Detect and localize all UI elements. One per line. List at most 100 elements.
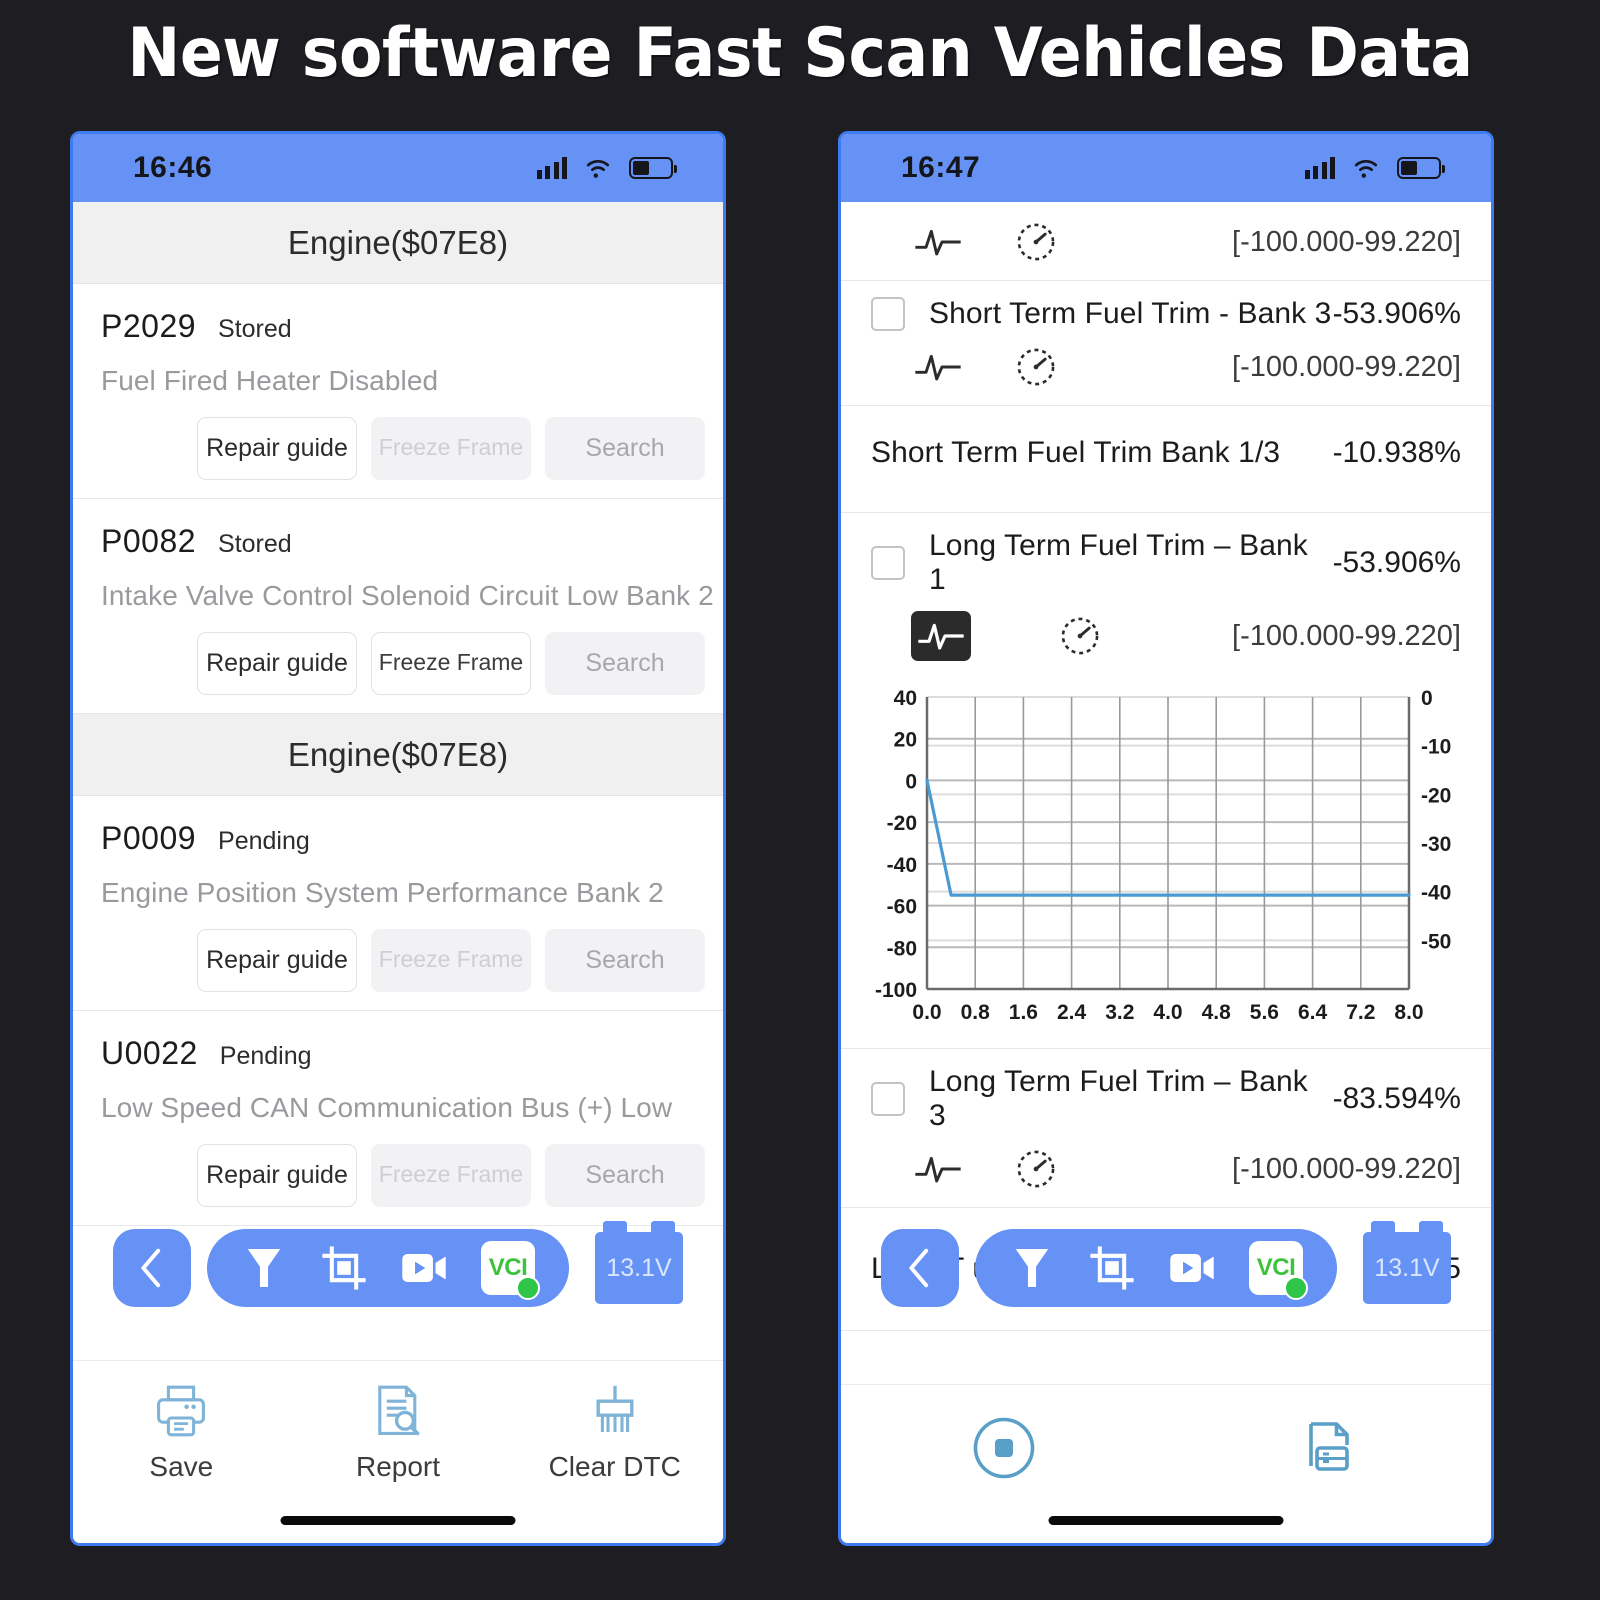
gauge-icon[interactable] bbox=[1053, 614, 1107, 658]
svg-text:5.6: 5.6 bbox=[1250, 1001, 1279, 1024]
parameter-name: Short Term Fuel Trim - Bank 3 bbox=[929, 297, 1332, 330]
dtc-description: Fuel Fired Heater Disabled bbox=[101, 365, 439, 396]
dtc-row[interactable]: P0009 Pending Engine Position System Per… bbox=[73, 796, 723, 1011]
waveform-icon[interactable] bbox=[911, 1147, 965, 1191]
search-button[interactable]: Search bbox=[545, 632, 705, 695]
search-button[interactable]: Search bbox=[545, 1144, 705, 1207]
dtc-status: Stored bbox=[218, 530, 292, 558]
report-button[interactable]: Report bbox=[290, 1383, 507, 1483]
dtc-row[interactable]: P0082 Stored Intake Valve Control Soleno… bbox=[73, 499, 723, 714]
wifi-icon bbox=[586, 160, 610, 178]
vci-connection-icon[interactable]: VCI bbox=[481, 1241, 540, 1300]
parameter-value: -53.906% bbox=[1332, 297, 1461, 330]
dtc-status: Stored bbox=[218, 315, 292, 343]
dtc-code: P2029 bbox=[101, 308, 197, 344]
vci-connection-icon[interactable]: VCI bbox=[1249, 1241, 1308, 1300]
row-checkbox[interactable] bbox=[871, 297, 905, 331]
stop-record-button[interactable] bbox=[841, 1415, 1166, 1481]
cellular-signal-icon bbox=[536, 157, 567, 179]
parameter-value: -53.906% bbox=[1332, 546, 1461, 579]
save-report-button[interactable] bbox=[1166, 1415, 1491, 1481]
svg-text:-10: -10 bbox=[1421, 736, 1451, 759]
parameter-value: -10.938% bbox=[1332, 436, 1461, 469]
repair-guide-button[interactable]: Repair guide bbox=[197, 417, 357, 480]
gauge-icon[interactable] bbox=[1009, 220, 1063, 264]
back-button[interactable] bbox=[881, 1229, 959, 1307]
live-data-row-partial[interactable]: [-100.000-99.220] bbox=[841, 202, 1491, 281]
svg-text:-80: -80 bbox=[887, 937, 917, 960]
save-report-icon bbox=[1308, 1422, 1349, 1471]
back-button[interactable] bbox=[113, 1229, 191, 1307]
flashlight-icon[interactable] bbox=[241, 1245, 287, 1291]
voltage-indicator[interactable]: 13.1V bbox=[595, 1221, 683, 1304]
freeze-frame-button: Freeze Frame bbox=[371, 417, 531, 480]
live-data-row[interactable]: Short Term Fuel Trim Bank 1/3 -10.938% bbox=[841, 406, 1491, 513]
brush-clear-icon bbox=[596, 1385, 634, 1432]
repair-guide-button[interactable]: Repair guide bbox=[197, 632, 357, 695]
svg-text:20: 20 bbox=[894, 729, 917, 752]
stop-record-icon bbox=[973, 1417, 1034, 1479]
bottom-nav-left: Save Report Clear DTC bbox=[73, 1360, 723, 1483]
row-checkbox[interactable] bbox=[871, 546, 905, 580]
status-time: 16:46 bbox=[133, 151, 213, 184]
live-data-screen: [-100.000-99.220] Short Term Fuel Trim -… bbox=[841, 202, 1491, 1543]
svg-text:8.0: 8.0 bbox=[1394, 1001, 1423, 1024]
dtc-list-screen: Engine($07E8) P2029 Stored Fuel Fired He… bbox=[73, 202, 723, 1543]
repair-guide-button[interactable]: Repair guide bbox=[197, 1144, 357, 1207]
value-range: [-100.000-99.220] bbox=[1232, 350, 1461, 383]
clear-dtc-label: Clear DTC bbox=[548, 1451, 681, 1482]
dtc-row[interactable]: U0022 Pending Low Speed CAN Communicatio… bbox=[73, 1011, 723, 1226]
svg-text:40: 40 bbox=[894, 687, 917, 710]
screenshot-crop-icon[interactable] bbox=[1089, 1245, 1135, 1291]
svg-text:-40: -40 bbox=[887, 854, 917, 877]
row-checkbox[interactable] bbox=[871, 1082, 905, 1116]
gauge-icon[interactable] bbox=[1009, 1147, 1063, 1191]
svg-text:6.4: 6.4 bbox=[1298, 1001, 1328, 1024]
save-label: Save bbox=[149, 1451, 214, 1482]
parameter-name: Long Term Fuel Trim – Bank 1 bbox=[929, 529, 1308, 596]
flashlight-icon[interactable] bbox=[1009, 1245, 1055, 1291]
repair-guide-button[interactable]: Repair guide bbox=[197, 929, 357, 992]
svg-text:4.8: 4.8 bbox=[1202, 1001, 1232, 1024]
video-record-icon[interactable] bbox=[1169, 1245, 1215, 1291]
waveform-icon[interactable] bbox=[911, 345, 965, 389]
voltage-indicator[interactable]: 13.1V bbox=[1363, 1221, 1451, 1304]
search-button[interactable]: Search bbox=[545, 929, 705, 992]
save-button[interactable]: Save bbox=[73, 1383, 290, 1483]
live-data-row[interactable]: Long Term Fuel Trim – Bank 1 -53.906% [-… bbox=[841, 513, 1491, 667]
search-button[interactable]: Search bbox=[545, 417, 705, 480]
voltage-value: 13.1V bbox=[606, 1253, 672, 1282]
home-indicator bbox=[280, 1516, 516, 1525]
chart-canvas: 40 20 0 -20 -40 -60 -80 -100 0 -10 -20 -30 -40 -50 0.0… bbox=[875, 687, 1451, 1024]
status-bar-left: 16:46 bbox=[73, 134, 723, 202]
freeze-frame-button[interactable]: Freeze Frame bbox=[371, 632, 531, 695]
svg-text:0: 0 bbox=[905, 770, 917, 793]
svg-text:-50: -50 bbox=[1421, 930, 1451, 953]
svg-text:2.4: 2.4 bbox=[1057, 1001, 1087, 1024]
battery-icon bbox=[1397, 157, 1445, 179]
video-record-icon[interactable] bbox=[401, 1245, 447, 1291]
waveform-icon[interactable] bbox=[911, 220, 965, 264]
chevron-left-icon bbox=[909, 1248, 929, 1288]
bottom-actions-right bbox=[841, 1384, 1491, 1481]
value-range: [-100.000-99.220] bbox=[1232, 619, 1461, 652]
dtc-code: P0082 bbox=[101, 523, 197, 559]
live-data-row[interactable]: Short Term Fuel Trim - Bank 3 -53.906% [… bbox=[841, 281, 1491, 406]
status-time: 16:47 bbox=[901, 151, 981, 184]
cellular-signal-icon bbox=[1304, 157, 1335, 179]
live-data-row[interactable]: Long Term Fuel Trim – Bank 3 -83.594% [-… bbox=[841, 1049, 1491, 1208]
status-bar-right: 16:47 bbox=[841, 134, 1491, 202]
chevron-left-icon bbox=[141, 1248, 161, 1288]
svg-text:3.2: 3.2 bbox=[1105, 1001, 1134, 1024]
screenshot-crop-icon[interactable] bbox=[321, 1245, 367, 1291]
waveform-icon[interactable] bbox=[911, 611, 971, 661]
live-data-chart[interactable]: 40 20 0 -20 -40 -60 -80 -100 0 -10 -20 -30 -40 -50 0.0… bbox=[841, 667, 1491, 1049]
dtc-row[interactable]: P2029 Stored Fuel Fired Heater Disabled … bbox=[73, 284, 723, 499]
parameter-value: -83.594% bbox=[1332, 1082, 1461, 1115]
value-range: [-100.000-99.220] bbox=[1232, 1152, 1461, 1185]
clear-dtc-button[interactable]: Clear DTC bbox=[506, 1383, 723, 1483]
gauge-icon[interactable] bbox=[1009, 345, 1063, 389]
svg-text:0.8: 0.8 bbox=[961, 1001, 991, 1024]
freeze-frame-button: Freeze Frame bbox=[371, 929, 531, 992]
group-header-engine-2: Engine($07E8) bbox=[73, 714, 723, 796]
